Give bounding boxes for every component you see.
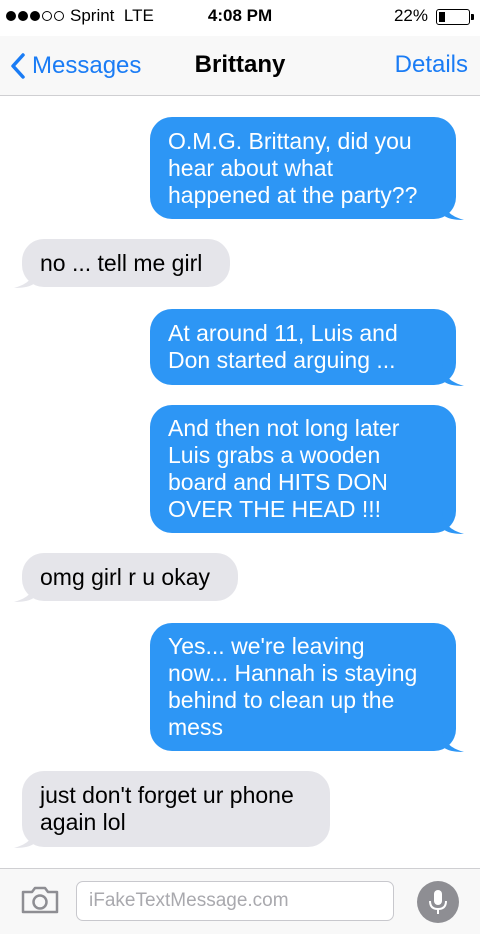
- bubble-tail: [14, 266, 36, 288]
- messages-screen: Sprint LTE 4:08 PM 22% Messages Brittany…: [0, 0, 480, 934]
- camera-icon: [21, 886, 59, 914]
- message-text-line: again lol: [40, 809, 126, 835]
- message-text-line: Luis grabs a wooden: [168, 442, 381, 468]
- message-text-line: hear about what: [168, 155, 333, 181]
- status-bar: Sprint LTE 4:08 PM 22%: [0, 0, 480, 36]
- sent-message-bubble[interactable]: And then not long later Luis grabs a wood…: [150, 405, 464, 534]
- microphone-icon: [429, 890, 447, 914]
- message-text-line: just don't forget ur phone: [40, 782, 294, 808]
- bubble-tail: [442, 512, 464, 534]
- camera-button[interactable]: [20, 885, 60, 915]
- battery-icon: [436, 9, 474, 25]
- sent-message-bubble[interactable]: Yes... we're leaving now... Hannah is sta…: [150, 623, 464, 752]
- message-text-line: happened at the party??: [168, 182, 418, 208]
- received-message-bubble[interactable]: omg girl r u okay: [14, 553, 238, 602]
- bubble-tail: [442, 198, 464, 220]
- bubble-tail: [14, 826, 36, 848]
- message-text-line: behind to clean up the: [168, 687, 395, 713]
- received-message-bubble[interactable]: just don't forget ur phone again lol: [14, 771, 330, 848]
- message-text-line: board and HITS DON: [168, 469, 388, 495]
- message-text-field[interactable]: [76, 881, 394, 921]
- sent-message-bubble[interactable]: At around 11, Luis and Don started arguin…: [150, 309, 464, 386]
- bubble-tail: [442, 364, 464, 386]
- message-text-line: O.M.G. Brittany, did you: [168, 128, 412, 154]
- message-text-line: mess: [168, 714, 223, 740]
- back-button-label: Messages: [32, 52, 142, 79]
- microphone-button[interactable]: [417, 881, 459, 923]
- message-input-bar: [0, 868, 480, 934]
- message-text-line: Don started arguing ...: [168, 347, 396, 373]
- message-text-line: omg girl r u okay: [40, 564, 211, 590]
- message-thread[interactable]: O.M.G. Brittany, did you hear about what h…: [0, 96, 480, 868]
- received-message-bubble[interactable]: no ... tell me girl: [14, 239, 230, 288]
- battery-percentage: 22%: [393, 6, 428, 25]
- message-text-line: Yes... we're leaving: [168, 633, 365, 659]
- back-button[interactable]: Messages: [10, 48, 141, 84]
- chevron-left-icon: [11, 53, 25, 79]
- message-text-line: no ... tell me girl: [40, 250, 203, 276]
- bubble-tail: [442, 730, 464, 752]
- sent-message-bubble[interactable]: O.M.G. Brittany, did you hear about what h…: [150, 117, 464, 220]
- message-text-line: now... Hannah is staying: [168, 660, 418, 686]
- message-text-line: At around 11, Luis and: [168, 320, 398, 346]
- navigation-bar: Messages Brittany Details: [0, 36, 480, 96]
- message-text-line: And then not long later: [168, 415, 400, 441]
- details-button[interactable]: Details: [395, 51, 468, 79]
- bubble-tail: [14, 580, 36, 602]
- message-text-line: OVER THE HEAD !!!: [168, 496, 382, 522]
